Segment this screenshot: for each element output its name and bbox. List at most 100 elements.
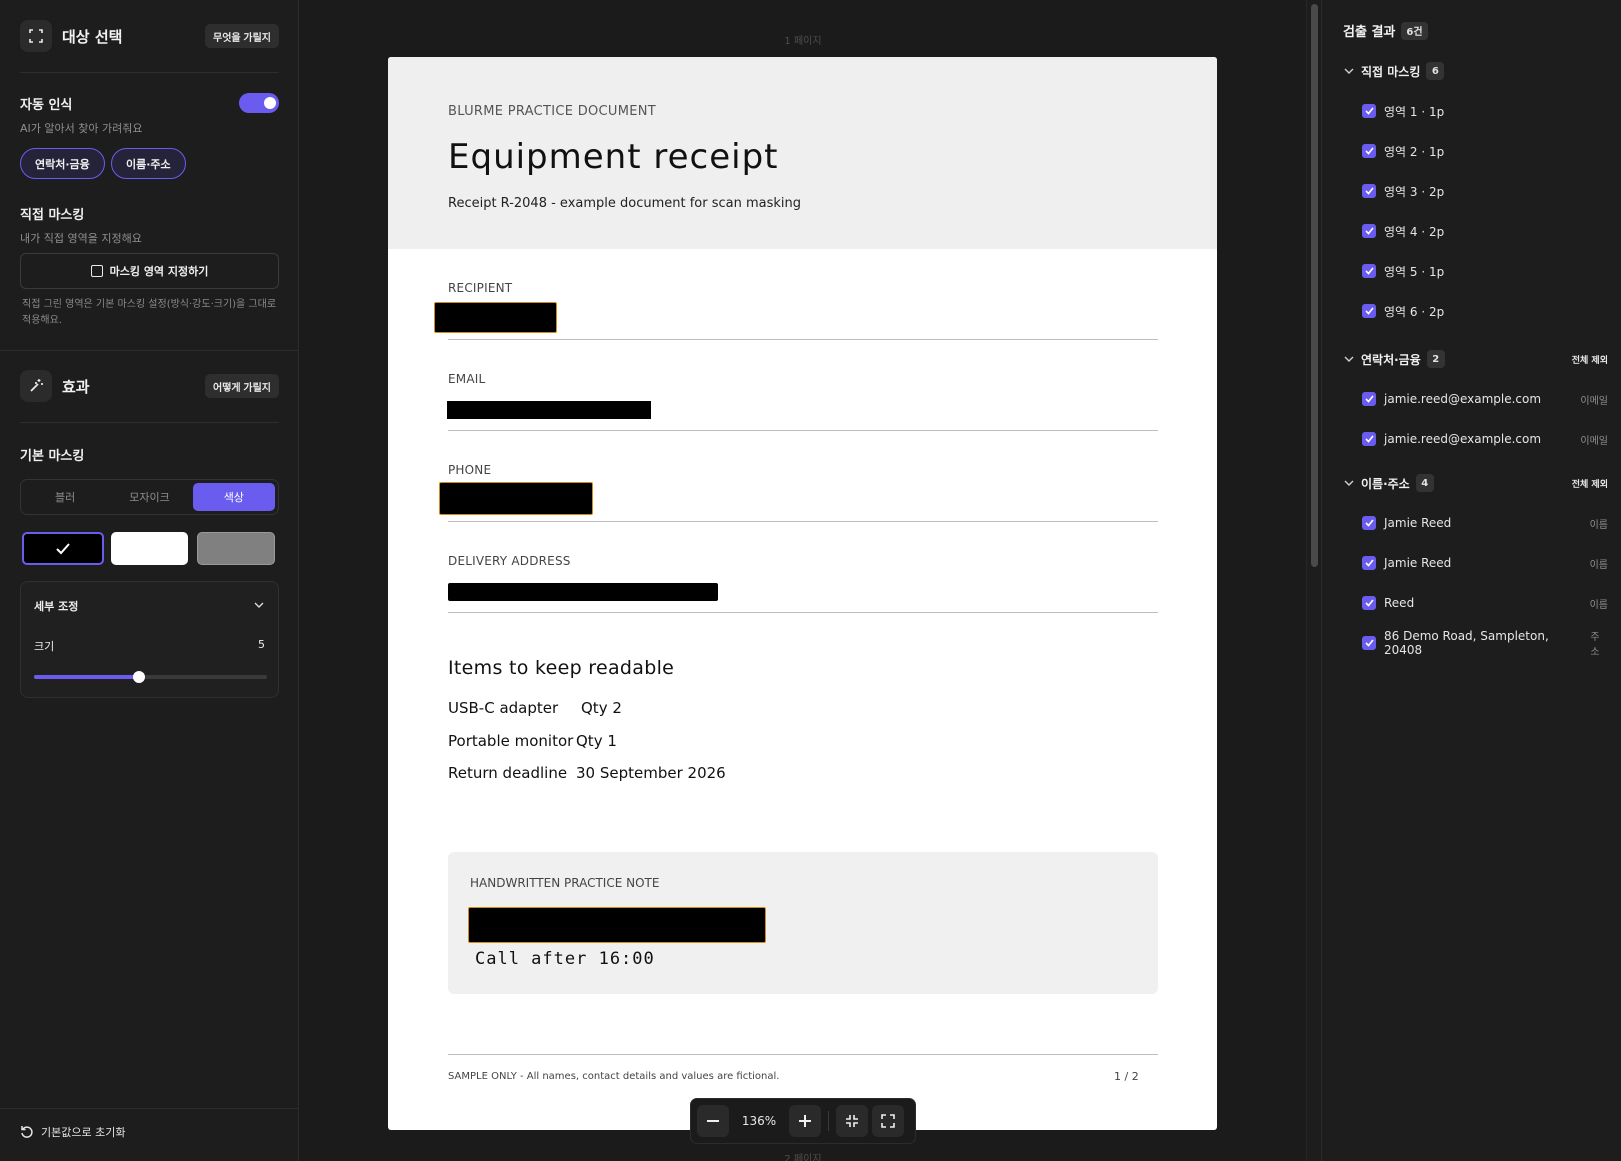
color-swatch-gray[interactable] (197, 532, 275, 565)
toolbar-separator (828, 1111, 829, 1131)
color-swatch-black[interactable] (22, 532, 104, 565)
detection-results-panel: 검출 결과 6건 직접 마스킹 6 영역 1 · 1p 영역 2 · 1p 영역… (1321, 0, 1621, 1161)
viewer-scrollbar[interactable] (1306, 0, 1321, 1161)
fit-page-button[interactable] (836, 1105, 868, 1137)
result-item[interactable]: jamie.reed@example.com 이메일 (1362, 429, 1608, 449)
phone-label: PHONE (448, 463, 492, 477)
result-label: Jamie Reed (1384, 516, 1452, 530)
result-item[interactable]: 영역 1 · 1p (1362, 101, 1608, 121)
mask-region[interactable] (439, 482, 593, 515)
mask-region[interactable] (468, 907, 766, 943)
mask-region[interactable] (448, 583, 718, 601)
detail-label: 세부 조정 (34, 600, 79, 613)
page-label: 2 페이지 (784, 1154, 822, 1161)
item-value: Qty 1 (576, 732, 617, 750)
group-header-manual[interactable]: 직접 마스킹 6 (1343, 60, 1608, 82)
handwritten-note-box: HANDWRITTEN PRACTICE NOTE Call after 16:… (448, 852, 1158, 994)
results-count-badge: 6건 (1401, 21, 1428, 40)
exclude-all-button[interactable]: 전체 제외 (1572, 477, 1608, 490)
effect-help-button[interactable]: 어떻게 가릴지 (205, 374, 279, 398)
divider (0, 350, 299, 351)
reset-label: 기본값으로 초기화 (41, 1126, 126, 1139)
size-slider[interactable] (34, 671, 267, 683)
group-header-name-address[interactable]: 이름·주소 4 전체 제외 (1343, 472, 1608, 494)
checkbox-checked-icon[interactable] (1362, 144, 1376, 158)
group-count-badge: 6 (1426, 62, 1445, 80)
reset-icon (21, 1126, 33, 1138)
app-window: 대상 선택 무엇을 가릴지 자동 인식 AI가 알아서 찾아 가려줘요 연락처·… (0, 0, 1621, 1161)
chevron-down-icon (1344, 480, 1354, 486)
result-label: jamie.reed@example.com (1384, 432, 1542, 446)
zoom-toolbar: 136% (690, 1098, 916, 1144)
result-item[interactable]: Reed 이름 (1362, 593, 1608, 613)
result-kind: 이름 (1589, 559, 1608, 571)
result-item[interactable]: 영역 6 · 2p (1362, 301, 1608, 321)
checkbox-checked-icon[interactable] (1362, 432, 1376, 446)
slider-fill (34, 675, 139, 679)
result-item[interactable]: 영역 5 · 1p (1362, 261, 1608, 281)
color-swatch-white[interactable] (111, 532, 188, 565)
result-label: 영역 3 · 2p (1384, 184, 1445, 199)
zoom-in-button[interactable] (789, 1105, 821, 1137)
chevron-down-icon[interactable] (254, 601, 264, 609)
mode-color[interactable]: 색상 (192, 483, 275, 511)
checkbox-checked-icon[interactable] (1362, 516, 1376, 530)
chip-contact-finance[interactable]: 연락처·금융 (20, 148, 105, 179)
result-label: 영역 6 · 2p (1384, 304, 1445, 319)
checkbox-checked-icon[interactable] (1362, 596, 1376, 610)
item-name: Return deadline (448, 764, 568, 782)
checkbox-checked-icon[interactable] (1362, 184, 1376, 198)
draw-mask-area-button[interactable]: 마스킹 영역 지정하기 (20, 253, 279, 289)
chevron-down-icon (1344, 356, 1354, 362)
result-kind: 이름 (1589, 519, 1608, 531)
target-help-button[interactable]: 무엇을 가릴지 (205, 24, 279, 48)
footer-rule (448, 1054, 1158, 1055)
result-label: jamie.reed@example.com (1384, 392, 1542, 406)
mode-blur[interactable]: 블러 (24, 483, 106, 511)
square-icon (90, 265, 103, 277)
result-item[interactable]: 86 Demo Road, Sampleton, 20408 주소 (1362, 629, 1608, 658)
exclude-all-button[interactable]: 전체 제외 (1572, 353, 1608, 366)
page-label: 1 페이지 (784, 36, 822, 47)
result-item[interactable]: Jamie Reed 이름 (1362, 553, 1608, 573)
checkbox-checked-icon[interactable] (1362, 556, 1376, 570)
checkbox-checked-icon[interactable] (1362, 392, 1376, 406)
draw-mask-area-label: 마스킹 영역 지정하기 (109, 265, 209, 278)
result-item[interactable]: 영역 2 · 1p (1362, 141, 1608, 161)
result-label: 영역 2 · 1p (1384, 144, 1445, 159)
result-item[interactable]: 영역 4 · 2p (1362, 221, 1608, 241)
manual-mask-note: 직접 그린 영역은 기본 마스킹 설정(방식·강도·크기)을 그대로 적용해요. (22, 299, 277, 326)
checkbox-checked-icon[interactable] (1362, 636, 1376, 650)
size-label: 크기 (34, 640, 55, 653)
result-kind: 이메일 (1580, 435, 1608, 447)
checkbox-checked-icon[interactable] (1362, 224, 1376, 238)
result-item[interactable]: jamie.reed@example.com 이메일 (1362, 389, 1608, 409)
auto-detect-toggle[interactable] (239, 93, 279, 113)
group-header-contact-finance[interactable]: 연락처·금융 2 전체 제외 (1343, 348, 1608, 370)
handwritten-text: Call after 16:00 (475, 949, 655, 969)
group-name: 직접 마스킹 (1361, 64, 1421, 79)
manual-mask-label: 직접 마스킹 (20, 208, 85, 223)
document-subtitle: Receipt R-2048 - example document for sc… (448, 196, 802, 211)
checkbox-checked-icon[interactable] (1362, 104, 1376, 118)
slider-thumb[interactable] (132, 671, 145, 683)
fullscreen-button[interactable] (872, 1105, 904, 1137)
target-title: 대상 선택 (62, 27, 123, 46)
results-header: 검출 결과 6건 (1343, 21, 1428, 40)
zoom-out-button[interactable] (697, 1105, 729, 1137)
scrollbar-thumb[interactable] (1311, 4, 1318, 567)
magic-wand-icon (20, 370, 52, 402)
mask-region[interactable] (447, 401, 651, 419)
checkbox-checked-icon[interactable] (1362, 304, 1376, 318)
result-item[interactable]: Jamie Reed 이름 (1362, 513, 1608, 533)
plus-icon (799, 1115, 811, 1127)
mode-mosaic[interactable]: 모자이크 (108, 483, 190, 511)
auto-detect-desc: AI가 알아서 찾아 가려줘요 (20, 122, 143, 135)
reset-button[interactable]: 기본값으로 초기화 (20, 1124, 125, 1140)
chip-name-address[interactable]: 이름·주소 (111, 148, 186, 179)
mask-region[interactable] (434, 302, 557, 333)
results-title: 검출 결과 (1343, 25, 1396, 40)
result-item[interactable]: 영역 3 · 2p (1362, 181, 1608, 201)
checkbox-checked-icon[interactable] (1362, 264, 1376, 278)
expand-icon (881, 1114, 895, 1128)
